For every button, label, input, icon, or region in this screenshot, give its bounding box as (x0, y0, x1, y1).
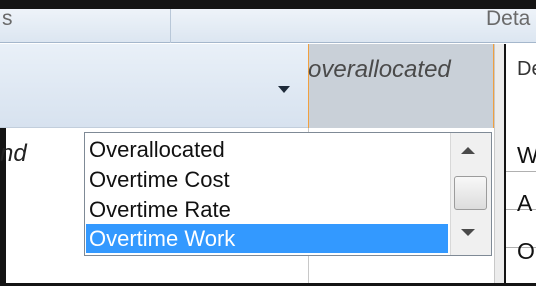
list-item-overtime-rate[interactable]: Overtime Rate (86, 195, 448, 224)
right-column-cell: O (517, 238, 535, 264)
header-separator (170, 9, 171, 43)
header-fragment-details[interactable]: Deta (486, 7, 530, 31)
right-column-cell: W (517, 142, 536, 168)
scrollbar-thumb[interactable] (454, 176, 487, 210)
column-header-label: overallocated (308, 56, 451, 83)
window-top-border (0, 0, 536, 9)
scroll-down-arrow-icon[interactable] (461, 229, 475, 236)
header-fragment-left: s (2, 7, 13, 30)
right-column-header[interactable]: De (517, 58, 536, 81)
grid-cell-left[interactable]: nd (0, 140, 27, 168)
column-divider (494, 44, 504, 286)
list-item-overtime-cost[interactable]: Overtime Cost (86, 165, 448, 194)
list-item-overallocated[interactable]: Overallocated (86, 135, 448, 164)
header-row-top (0, 9, 536, 43)
chevron-down-icon[interactable] (278, 86, 290, 93)
list-item-overtime-work[interactable]: Overtime Work (86, 224, 448, 253)
scroll-up-arrow-icon[interactable] (461, 147, 475, 154)
